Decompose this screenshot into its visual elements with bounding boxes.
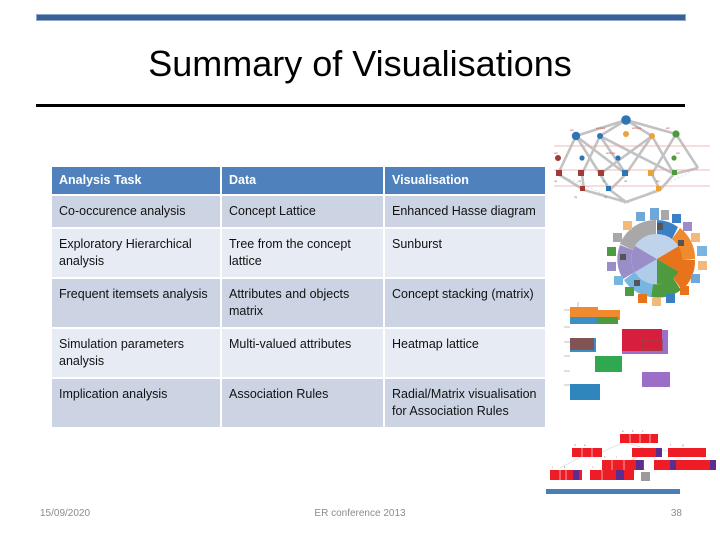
svg-text:b: b [632, 429, 634, 433]
svg-text:k: k [564, 465, 566, 469]
slide-top-accent-bar [36, 14, 686, 21]
cell-analysis-task: Exploratory Hierarchical analysis [52, 229, 222, 279]
table-header-analysis-task: Analysis Task [52, 167, 222, 196]
cell-analysis-task: Co-occurence analysis [52, 196, 222, 229]
cell-analysis-task: Implication analysis [52, 379, 222, 429]
cell-visualisation: Sunburst [385, 229, 545, 279]
table-row: Simulation parameters analysis Multi-val… [52, 329, 545, 379]
svg-text:h: h [604, 455, 606, 459]
table-row: Frequent itemsets analysis Attributes an… [52, 279, 545, 329]
cell-data: Association Rules [222, 379, 385, 429]
cell-analysis-task: Simulation parameters analysis [52, 329, 222, 379]
cell-data: Concept Lattice [222, 196, 385, 229]
slide-footer: 15/09/2020 ER conference 2013 38 [0, 508, 720, 528]
svg-text:l: l [592, 465, 593, 469]
svg-text:attr: attr [554, 151, 558, 155]
svg-text:a: a [622, 430, 624, 433]
svg-text:m: m [606, 466, 608, 469]
svg-text:attr: attr [570, 128, 574, 132]
svg-text:i: i [616, 455, 617, 459]
table-row: Co-occurence analysis Concept Lattice En… [52, 196, 545, 229]
title-underline-rule [36, 104, 685, 107]
footer-event: ER conference 2013 [314, 508, 406, 519]
cell-visualisation: Enhanced Hasse diagram [385, 196, 545, 229]
svg-text:j: j [551, 465, 553, 469]
svg-text:obj: obj [578, 180, 582, 183]
footer-page-number: 38 [670, 508, 682, 519]
svg-text:g: g [682, 444, 684, 447]
svg-text:e: e [584, 444, 586, 447]
svg-text:obj: obj [656, 179, 660, 183]
svg-text:attribute: attribute [596, 126, 606, 130]
table-header-data: Data [222, 167, 385, 196]
svg-text:attribute: attribute [606, 151, 616, 155]
svg-text:attribute: attribute [632, 126, 642, 130]
svg-text:obj: obj [574, 196, 578, 199]
svg-text:d: d [574, 443, 576, 447]
concept-stacking-matrix-thumbnail [564, 302, 670, 400]
sunburst-thumbnail [607, 208, 707, 306]
cell-data: Tree from the concept lattice [222, 229, 385, 279]
heatmap-lattice-thumbnail: a b c d e f g h i j k l m [550, 429, 716, 481]
matrix-slide-blue-bar [546, 489, 680, 494]
cell-data: Multi-valued attributes [222, 329, 385, 379]
svg-text:f: f [670, 443, 671, 447]
top-accent-bar-outer [36, 14, 686, 21]
table-row: Implication analysis Association Rules R… [52, 379, 545, 429]
svg-text:c: c [642, 430, 644, 433]
cell-visualisation: Radial/Matrix visualisation for Associat… [385, 379, 545, 429]
svg-text:obj: obj [602, 180, 606, 183]
slide-title: Summary of Visualisations [148, 43, 572, 84]
enhanced-hasse-diagram-thumbnail: attr attribute attribute attr attr attribut… [554, 115, 710, 205]
table-row: Exploratory Hierarchical analysis Tree f… [52, 229, 545, 279]
cell-data: Attributes and objects matrix [222, 279, 385, 329]
top-accent-bar-inner [37, 15, 685, 20]
table-header-row: Analysis Task Data Visualisation [52, 167, 545, 196]
svg-text:obj: obj [604, 196, 608, 199]
cell-visualisation: Concept stacking (matrix) [385, 279, 545, 329]
svg-text:obj: obj [554, 180, 558, 183]
svg-text:attr: attr [676, 151, 680, 155]
svg-text:obj: obj [624, 180, 628, 183]
svg-text:attr: attr [666, 126, 670, 130]
cell-visualisation: Heatmap lattice [385, 329, 545, 379]
cell-analysis-task: Frequent itemsets analysis [52, 279, 222, 329]
summary-table: Analysis Task Data Visualisation Co-occu… [52, 167, 545, 429]
table-header-visualisation: Visualisation [385, 167, 545, 196]
